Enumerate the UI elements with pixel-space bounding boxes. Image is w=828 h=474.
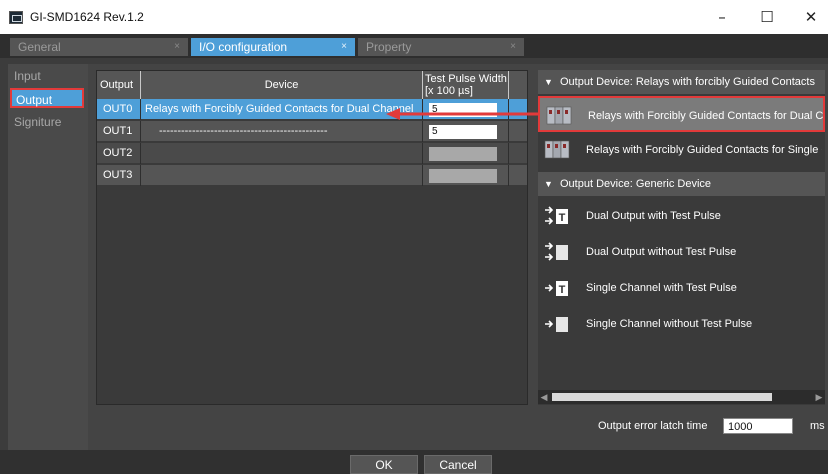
sidebar-item-signiture[interactable]: Signiture (10, 112, 84, 132)
output-cell: OUT0 (97, 99, 141, 120)
tab-general[interactable]: General × (10, 38, 188, 56)
dual-output-icon (545, 242, 568, 261)
tab-label: Property (366, 40, 412, 54)
maximize-button[interactable]: ☐ (752, 6, 782, 28)
column-header-output[interactable]: Output (97, 71, 141, 99)
device-palette: ▼ Output Device: Relays with forcibly Gu… (538, 70, 825, 405)
latch-time-input[interactable]: 1000 (723, 418, 793, 434)
output-cell: OUT2 (97, 143, 141, 164)
palette-item-label: Dual Output with Test Pulse (586, 210, 721, 222)
tab-close-icon[interactable]: × (510, 38, 516, 56)
output-cell: OUT1 (97, 121, 141, 142)
palette-item-label: Single Channel without Test Pulse (586, 318, 753, 330)
title-bar: GI-SMD1624 Rev.1.2 – ☐ ✕ (0, 0, 828, 34)
group-header-label: Output Device: Relays with forcibly Guid… (560, 76, 815, 88)
column-header-device[interactable]: Device (141, 71, 423, 99)
device-cell[interactable] (141, 165, 423, 186)
app-icon (9, 11, 23, 24)
palette-item-label: Relays with Forcibly Guided Contacts for… (588, 110, 824, 122)
tab-close-icon[interactable]: × (341, 38, 347, 56)
pulse-cell (423, 143, 509, 164)
test-pulse-input (429, 169, 497, 183)
cancel-button[interactable]: Cancel (424, 455, 492, 474)
table-row[interactable]: OUT1 -----------------------------------… (97, 121, 527, 142)
sidebar: Input Output Signiture (8, 64, 88, 450)
device-cell[interactable]: ----------------------------------------… (141, 121, 423, 142)
table-row[interactable]: OUT3 (97, 165, 527, 186)
relay-icon (544, 140, 570, 159)
svg-text:T: T (559, 284, 566, 296)
palette-group-header-generic[interactable]: ▼ Output Device: Generic Device (538, 172, 825, 196)
dual-output-test-pulse-icon: T (545, 206, 568, 225)
column-header-spacer (509, 71, 527, 99)
svg-text:T: T (559, 212, 566, 224)
tab-property[interactable]: Property × (358, 38, 524, 56)
palette-group-header-relays[interactable]: ▼ Output Device: Relays with forcibly Gu… (538, 70, 825, 94)
spacer-cell (509, 165, 527, 186)
palette-item-dual-output[interactable]: Dual Output without Test Pulse (538, 234, 825, 270)
palette-item-label: Single Channel with Test Pulse (586, 282, 737, 294)
column-header-test-pulse[interactable]: Test Pulse Width [x 100 µs] (423, 71, 509, 99)
column-header-test-pulse-title: Test Pulse Width (425, 73, 507, 85)
spacer-cell (509, 143, 527, 164)
drag-arrow-icon (386, 108, 538, 120)
tab-label: I/O configuration (199, 40, 288, 54)
device-cell[interactable]: Relays with Forcibly Guided Contacts for… (141, 99, 423, 120)
palette-item-single-channel[interactable]: Single Channel without Test Pulse (538, 306, 825, 342)
sidebar-item-input[interactable]: Input (10, 66, 84, 86)
palette-horizontal-scrollbar[interactable]: ◀ ▶ (538, 390, 825, 404)
spacer-cell (509, 121, 527, 142)
close-button[interactable]: ✕ (796, 6, 826, 28)
output-cell: OUT3 (97, 165, 141, 186)
relay-icon (546, 106, 572, 125)
palette-item-relay-single[interactable]: Relays with Forcibly Guided Contacts for… (538, 132, 825, 168)
test-pulse-input[interactable]: 5 (429, 125, 497, 139)
palette-item-dual-output-test-pulse[interactable]: T Dual Output with Test Pulse (538, 198, 825, 234)
latch-time-label: Output error latch time (598, 420, 708, 432)
latch-time-unit: ms (810, 420, 825, 432)
scroll-left-icon[interactable]: ◀ (538, 390, 550, 404)
collapse-triangle-icon: ▼ (544, 179, 553, 189)
tab-io-configuration[interactable]: I/O configuration × (191, 38, 355, 56)
window-title: GI-SMD1624 Rev.1.2 (30, 10, 144, 24)
minimize-button[interactable]: – (707, 6, 737, 28)
scrollbar-thumb[interactable] (552, 393, 772, 401)
button-bar: OK Cancel (0, 450, 828, 474)
palette-item-relay-dual[interactable]: Relays with Forcibly Guided Contacts for… (538, 96, 825, 132)
device-cell[interactable] (141, 143, 423, 164)
test-pulse-input (429, 147, 497, 161)
single-channel-icon (545, 317, 568, 332)
scroll-right-icon[interactable]: ▶ (813, 390, 825, 404)
table-header: Output Device Test Pulse Width [x 100 µs… (97, 71, 527, 99)
palette-item-single-channel-test-pulse[interactable]: T Single Channel with Test Pulse (538, 270, 825, 306)
pulse-cell (423, 165, 509, 186)
group-header-label: Output Device: Generic Device (560, 178, 712, 190)
single-channel-test-pulse-icon: T (545, 281, 568, 296)
tab-strip: General × I/O configuration × Property × (0, 34, 828, 58)
palette-item-label: Relays with Forcibly Guided Contacts for… (586, 144, 822, 156)
tab-close-icon[interactable]: × (174, 38, 180, 56)
sidebar-item-output[interactable]: Output (10, 88, 84, 108)
ok-button[interactable]: OK (350, 455, 418, 474)
tab-label: General (18, 40, 61, 54)
column-header-test-pulse-unit: [x 100 µs] (425, 85, 473, 97)
palette-item-label: Dual Output without Test Pulse (586, 246, 737, 258)
collapse-triangle-icon: ▼ (544, 77, 553, 87)
table-row[interactable]: OUT2 (97, 143, 527, 164)
pulse-cell: 5 (423, 121, 509, 142)
